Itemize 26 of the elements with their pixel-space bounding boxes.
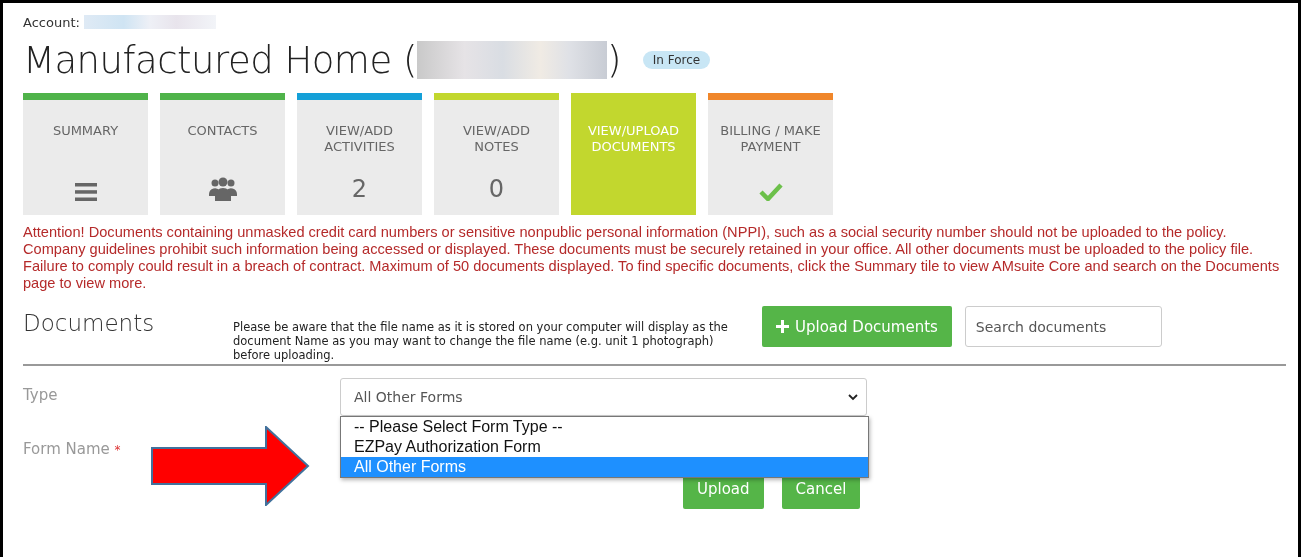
dropdown-option[interactable]: EZPay Authorization Form <box>341 437 868 457</box>
nav-tile[interactable]: SUMMARY <box>23 93 148 215</box>
chevron-down-icon <box>848 393 858 401</box>
nav-tile[interactable]: VIEW/ADD ACTIVITIES 2 <box>297 93 422 215</box>
upload-note: Please be aware that the file name as it is stored on your computer will display as the document Name as you may want to change the file name (e.g. unit 1 photograph) before uploading. <box>233 320 729 362</box>
type-select[interactable]: All Other Forms <box>340 378 867 416</box>
plus-icon <box>776 320 789 333</box>
account-label: Account: <box>23 14 80 30</box>
status-badge: In Force <box>642 51 711 69</box>
nav-tile[interactable]: CONTACTS <box>160 93 285 215</box>
menu-icon <box>74 183 97 201</box>
dropdown-option[interactable]: -- Please Select Form Type -- <box>341 417 868 437</box>
nav-tile[interactable]: BILLING / MAKE PAYMENT <box>708 93 833 215</box>
warning-text: Attention! Documents containing unmasked credit card numbers or sensitive nonpublic personal information (NPPI), such as a social security number should not be uploaded to the policy. Company guidelines prohibit such information being accessed or displayed. These documents must be securely retained in your office. All other documents must be uploaded to the policy file. Failure to comply could result in a breach of contract. Maximum of 50 documents displayed. To find specific documents, click the Summary tile to view AMsuite Core and search on the Documents page to view more. <box>23 224 1281 292</box>
type-label: Type <box>23 385 59 404</box>
dropdown-option[interactable]: All Other Forms <box>341 457 868 477</box>
documents-heading: Documents <box>23 310 156 336</box>
policy-title-end: ) <box>606 38 621 82</box>
upload-documents-button[interactable]: Upload Documents <box>762 306 952 347</box>
people-icon <box>208 177 237 201</box>
nav-tile[interactable]: VIEW/ADD NOTES 0 <box>434 93 559 215</box>
required-mark: * <box>114 443 121 457</box>
policy-title-start: Manufactured Home ( <box>23 38 417 82</box>
check-icon <box>758 183 783 201</box>
form-name-label: Form Name <box>23 440 110 458</box>
search-field[interactable]: Search documents <box>964 306 1162 347</box>
